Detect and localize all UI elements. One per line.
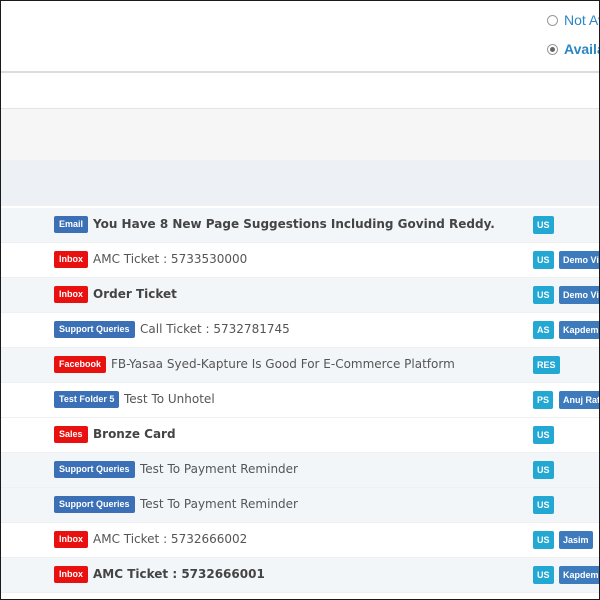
list-header-band [1, 160, 599, 206]
radio-selected-icon[interactable] [547, 43, 558, 55]
folder-tag[interactable]: Support Queries [54, 461, 135, 478]
folder-tag[interactable]: Test Folder 5 [54, 391, 120, 408]
assignee-badge: Jasim [559, 531, 593, 549]
folder-tag[interactable]: Inbox [54, 251, 88, 268]
ticket-subject[interactable]: AMC Ticket : 5733530000 [93, 252, 247, 266]
not-available-label: Not Av [564, 12, 599, 28]
status-not-available-option[interactable]: Not Av [547, 12, 599, 28]
region-badge: US [533, 461, 554, 479]
ticket-list: Email You Have 8 New Page Suggestions Inc… [1, 208, 599, 599]
ticket-subject[interactable]: Bronze Card [93, 427, 176, 441]
table-row[interactable]: Inbox AMC Ticket : 5732666001 US Kapdem [1, 558, 599, 593]
region-badge: US [533, 251, 554, 269]
ticket-subject[interactable]: Order Ticket [93, 287, 177, 301]
table-row[interactable]: Support Queries Test To Payment Reminder U… [1, 453, 599, 488]
table-row[interactable]: InboxAMC Ticket : 5732666000US [1, 593, 599, 599]
folder-tag[interactable]: Inbox [54, 286, 88, 303]
folder-tag[interactable]: Support Queries [54, 496, 135, 513]
table-row[interactable]: Email You Have 8 New Page Suggestions Inc… [1, 208, 599, 243]
app-frame: Not Av Availa Email You Have 8 New Page S… [0, 0, 600, 600]
ticket-subject[interactable]: Test To Unhotel [124, 392, 215, 406]
table-row[interactable]: Inbox AMC Ticket : 5732666002 US Jasim [1, 523, 599, 558]
assignee-badge: Anuj Rat [559, 391, 599, 409]
ticket-subject[interactable]: AMC Ticket : 5732666002 [93, 532, 247, 546]
ticket-subject[interactable]: Test To Payment Reminder [140, 462, 298, 476]
table-row[interactable]: Support Queries Call Ticket : 5732781745 A… [1, 313, 599, 348]
region-badge: US [533, 496, 554, 514]
ticket-subject[interactable]: Call Ticket : 5732781745 [140, 322, 290, 336]
assignee-badge: Kapdem [559, 321, 599, 339]
folder-tag[interactable]: Inbox [54, 566, 88, 583]
folder-tag[interactable]: Sales [54, 426, 88, 443]
assignee-badge: Demo Vi [559, 286, 599, 304]
table-row[interactable]: Inbox AMC Ticket : 5733530000 US Demo Vi [1, 243, 599, 278]
ticket-subject[interactable]: AMC Ticket : 5732666001 [93, 567, 265, 581]
folder-tag[interactable]: Inbox [54, 531, 88, 548]
ticket-subject[interactable]: FB-Yasaa Syed-Kapture Is Good For E-Comm… [111, 357, 455, 371]
region-badge: US [533, 286, 554, 304]
table-row[interactable]: Support Queries Test To Payment Reminder U… [1, 488, 599, 523]
ticket-subject[interactable]: You Have 8 New Page Suggestions Includin… [93, 217, 495, 231]
region-badge: US [533, 531, 554, 549]
available-label: Availa [564, 41, 599, 57]
region-badge: PS [533, 391, 554, 409]
region-badge: US [533, 426, 554, 444]
assignee-badge: Kapdem [559, 566, 599, 584]
folder-tag[interactable]: Support Queries [54, 321, 135, 338]
folder-tag[interactable]: Email [54, 216, 89, 233]
assignee-badge: Demo Vi [559, 251, 599, 269]
region-badge: US [533, 216, 554, 234]
region-badge: RES [533, 356, 560, 374]
region-badge: AS [533, 321, 554, 339]
top-bar: Not Av Availa [1, 1, 599, 73]
table-row[interactable]: Sales Bronze Card US [1, 418, 599, 453]
ticket-subject[interactable]: Test To Payment Reminder [140, 497, 298, 511]
toolbar-band [1, 108, 599, 162]
table-row[interactable]: Facebook FB-Yasaa Syed-Kapture Is Good Fo… [1, 348, 599, 383]
radio-unselected-icon[interactable] [547, 14, 558, 26]
table-row[interactable]: Test Folder 5 Test To Unhotel PS Anuj Rat [1, 383, 599, 418]
folder-tag[interactable]: Facebook [54, 356, 107, 373]
region-badge: US [533, 566, 554, 584]
status-available-option[interactable]: Availa [547, 41, 599, 57]
table-row[interactable]: Inbox Order Ticket US Demo Vi [1, 278, 599, 313]
